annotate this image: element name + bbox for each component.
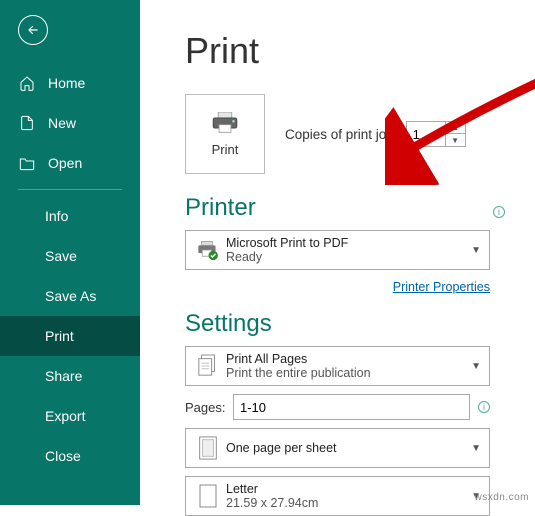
pages-setting-sub: Print the entire publication (226, 366, 471, 380)
printer-status-icon (194, 239, 222, 261)
sidebar-item-label: Info (45, 208, 68, 224)
paper-dropdown[interactable]: Letter 21.59 x 27.94cm ▼ (185, 476, 490, 516)
sidebar-item-label: New (48, 115, 76, 131)
page-title: Print (185, 30, 505, 72)
back-arrow-icon (26, 23, 40, 37)
printer-dropdown[interactable]: Microsoft Print to PDF Ready ▼ (185, 230, 490, 270)
copies-spinner-down[interactable]: ▼ (446, 134, 465, 146)
sidebar-item-label: Open (48, 155, 82, 171)
sidebar-item-save-as[interactable]: Save As (0, 276, 140, 316)
sidebar-item-label: Home (48, 75, 85, 91)
printer-status: Ready (226, 250, 471, 264)
printer-properties-link[interactable]: Printer Properties (393, 280, 490, 294)
pages-label: Pages: (185, 400, 225, 415)
copies-label: Copies of print job: (285, 127, 398, 142)
pages-icon (194, 354, 222, 378)
sidebar-item-share[interactable]: Share (0, 356, 140, 396)
copies-group: Copies of print job: ▲ ▼ (285, 121, 466, 147)
printer-name: Microsoft Print to PDF (226, 236, 471, 250)
watermark: wsxdn.com (474, 492, 529, 503)
sheet-setting-title: One page per sheet (226, 441, 471, 455)
sidebar-item-info[interactable]: Info (0, 196, 140, 236)
settings-section-title: Settings (185, 310, 505, 338)
copies-spinner: ▲ ▼ (445, 122, 465, 146)
backstage-sidebar: Home New Open Info Save Save As Print Sh… (0, 0, 140, 505)
print-button-label: Print (212, 142, 239, 157)
sidebar-item-label: Print (45, 328, 74, 344)
sidebar-item-home[interactable]: Home (0, 63, 140, 103)
print-pages-dropdown[interactable]: Print All Pages Print the entire publica… (185, 346, 490, 386)
sidebar-item-save[interactable]: Save (0, 236, 140, 276)
print-row: Print Copies of print job: ▲ ▼ (185, 94, 505, 174)
sidebar-item-print[interactable]: Print (0, 316, 140, 356)
paper-setting-size: 21.59 x 27.94cm (226, 496, 471, 510)
sidebar-item-new[interactable]: New (0, 103, 140, 143)
sidebar-divider (18, 189, 122, 190)
sidebar-item-label: Save As (45, 288, 96, 304)
sidebar-item-open[interactable]: Open (0, 143, 140, 183)
new-icon (18, 115, 36, 131)
sidebar-item-label: Save (45, 248, 77, 264)
sidebar-item-label: Share (45, 368, 82, 384)
copies-input[interactable] (407, 127, 445, 142)
chevron-down-icon: ▼ (471, 245, 481, 256)
back-button[interactable] (18, 15, 48, 45)
sidebar-item-close[interactable]: Close (0, 436, 140, 476)
home-icon (18, 75, 36, 91)
pages-setting-title: Print All Pages (226, 352, 471, 366)
sidebar-item-label: Export (45, 408, 85, 424)
printer-icon (211, 112, 239, 134)
sheet-icon (194, 436, 222, 460)
pages-range-row: Pages: i (185, 394, 490, 420)
printer-section-title: Printer (185, 194, 256, 222)
chevron-down-icon: ▼ (471, 361, 481, 372)
sheet-dropdown[interactable]: One page per sheet ▼ (185, 428, 490, 468)
open-icon (18, 155, 36, 171)
pages-range-input[interactable] (233, 394, 470, 420)
chevron-down-icon: ▼ (471, 443, 481, 454)
sidebar-item-label: Close (45, 448, 81, 464)
pages-info-icon[interactable]: i (478, 401, 490, 413)
sidebar-item-export[interactable]: Export (0, 396, 140, 436)
printer-info-icon[interactable]: i (493, 206, 505, 218)
print-button[interactable]: Print (185, 94, 265, 174)
paper-setting-title: Letter (226, 482, 471, 496)
main-panel: Print Print Copies of print job: ▲ ▼ Pri… (140, 0, 535, 505)
copies-input-container: ▲ ▼ (406, 121, 466, 147)
paper-icon (194, 484, 222, 508)
copies-spinner-up[interactable]: ▲ (446, 122, 465, 134)
